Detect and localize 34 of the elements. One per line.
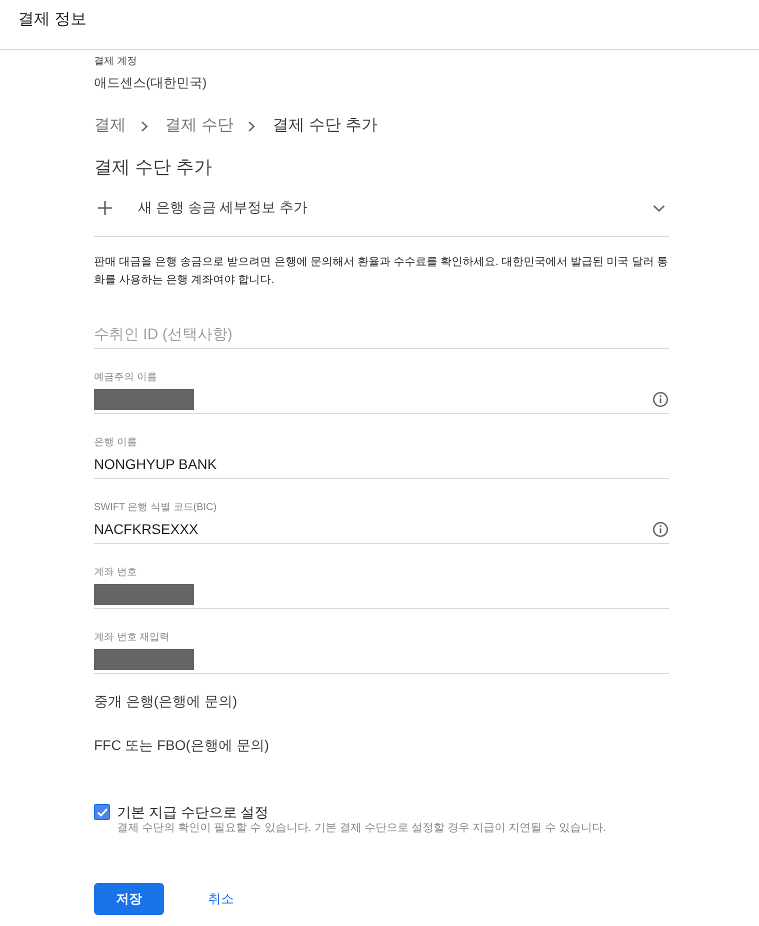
cancel-button[interactable]: 취소 bbox=[192, 883, 250, 915]
input-field[interactable]: NONGHYUP BANK bbox=[94, 453, 669, 479]
input-field[interactable]: NACFKRSEXXX bbox=[94, 518, 669, 544]
field-label: 은행 이름 bbox=[94, 436, 137, 450]
save-button[interactable]: 저장 bbox=[94, 883, 164, 915]
chevron-right-icon bbox=[248, 120, 256, 132]
section-heading: 결제 수단 추가 bbox=[94, 156, 212, 179]
breadcrumb-link[interactable]: 결제 수단 bbox=[165, 115, 234, 137]
input-field[interactable]: 수취인 ID (선택사항) bbox=[94, 323, 669, 349]
chevron-right-icon bbox=[141, 120, 148, 132]
account-name: 애드센스(대한민국) bbox=[94, 74, 207, 92]
checkbox[interactable] bbox=[94, 804, 110, 820]
optional-section-toggle[interactable]: FFC 또는 FBO(은행에 문의) bbox=[94, 735, 269, 755]
input-field[interactable] bbox=[94, 648, 669, 674]
info-icon[interactable] bbox=[653, 522, 668, 537]
field-label: 계좌 번호 재입력 bbox=[94, 631, 170, 645]
checkmark-icon bbox=[96, 808, 108, 816]
page-title: 결제 정보 bbox=[18, 10, 86, 30]
notice-text: 판매 대금을 은행 송금으로 받으려면 은행에 문의해서 환율과 수수료를 확인하세요. 대한민국에서 발급된 미국 달러 통화를 사용하는 은행 계좌여야 합니다. bbox=[94, 255, 669, 288]
input-field[interactable] bbox=[94, 583, 669, 609]
field-label: SWIFT 은행 식별 코드(BIC) bbox=[94, 501, 217, 515]
checkbox-label[interactable]: 기본 지급 수단으로 설정 bbox=[117, 804, 269, 820]
field-label: 예금주의 이름 bbox=[94, 371, 157, 385]
chevron-down-icon bbox=[653, 204, 665, 212]
optional-section-toggle[interactable]: 중개 은행(은행에 문의) bbox=[94, 691, 238, 711]
plus-icon bbox=[98, 201, 112, 215]
input-field[interactable] bbox=[94, 388, 669, 414]
field-label: 계좌 번호 bbox=[94, 566, 137, 580]
breadcrumb-link[interactable]: 결제 bbox=[94, 115, 126, 137]
account-label: 결제 계정 bbox=[94, 55, 137, 69]
info-icon[interactable] bbox=[653, 392, 668, 406]
breadcrumb-current-page: 결제 수단 추가 bbox=[272, 116, 378, 136]
checkbox-hint: 결제 수단의 확인이 필요할 수 있습니다. 기본 결제 수단으로 설정할 경우 지급이 지연될 수 있습니다. bbox=[117, 821, 606, 836]
add-bank-details-toggle[interactable]: 새 은행 송금 세부정보 추가 bbox=[94, 188, 669, 228]
